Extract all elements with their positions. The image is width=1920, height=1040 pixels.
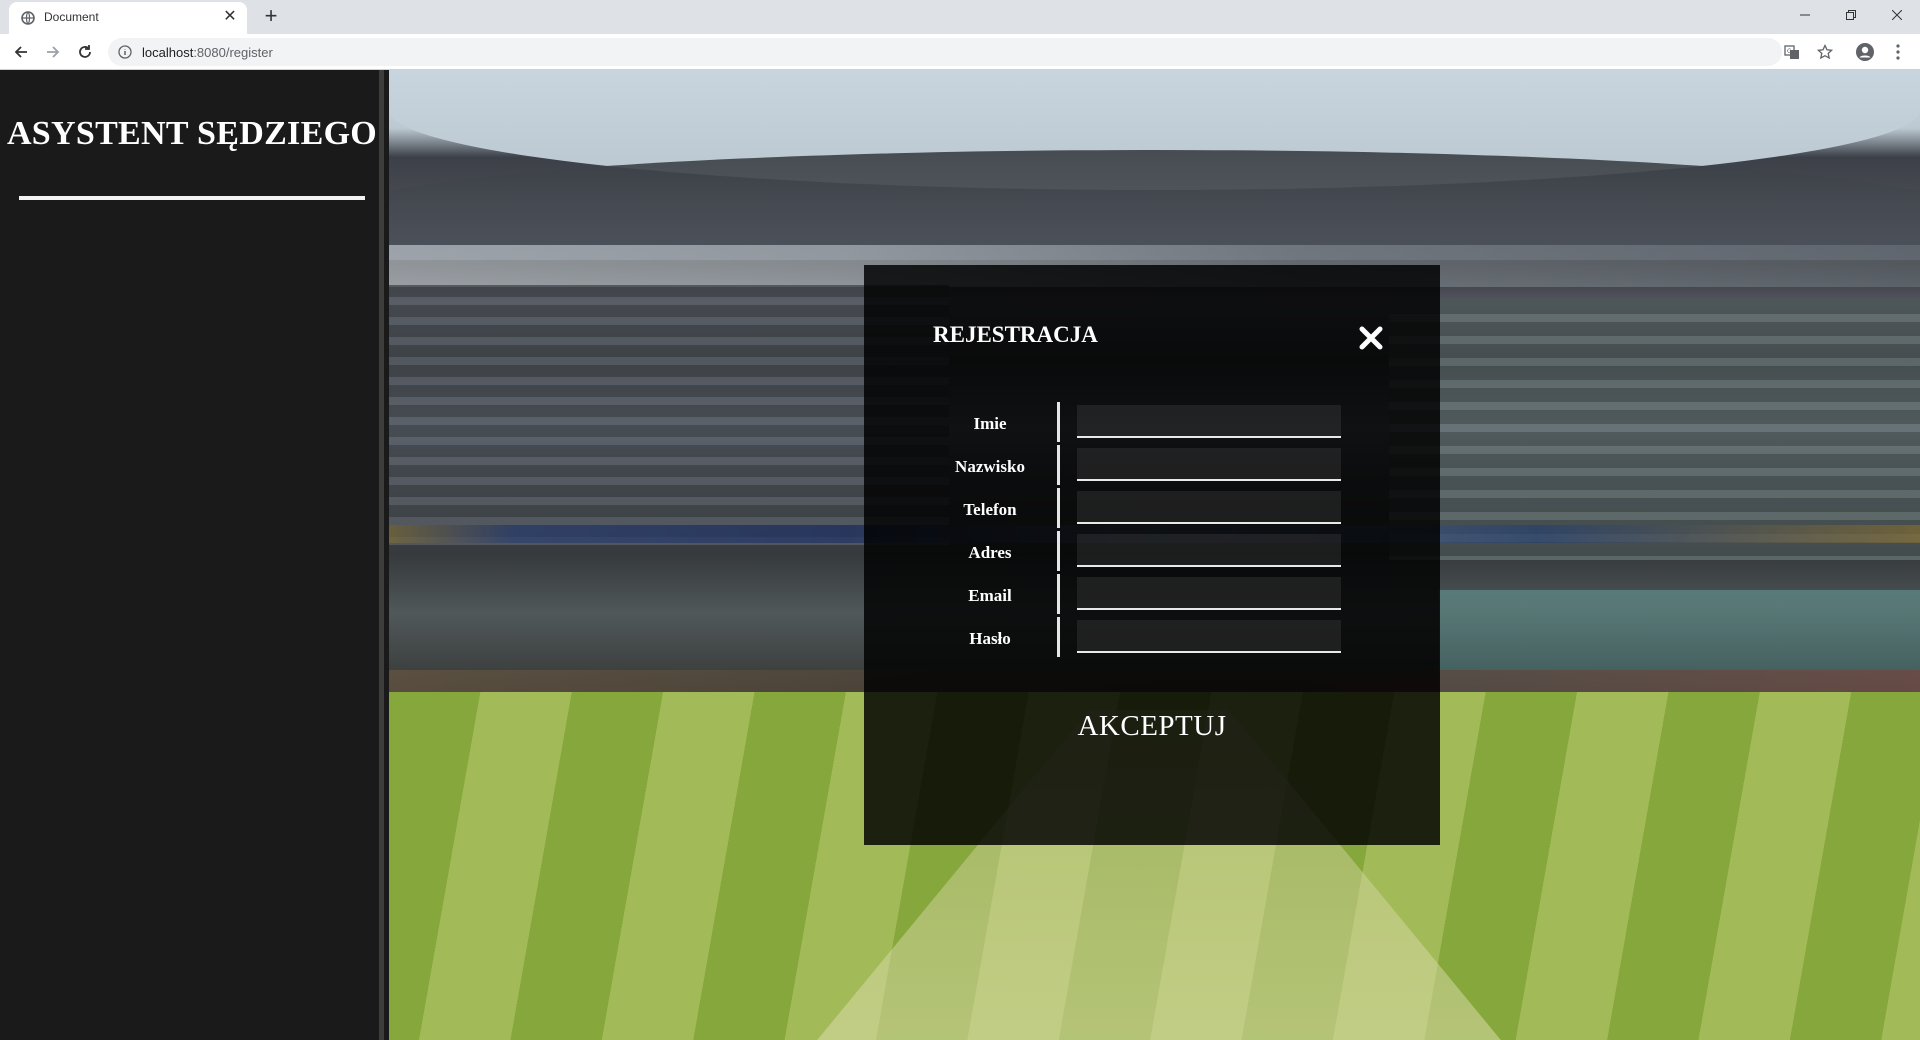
- profile-avatar-icon[interactable]: [1853, 40, 1877, 64]
- modal-title: REJESTRACJA: [933, 322, 1098, 347]
- close-tab-icon[interactable]: ✕: [221, 8, 239, 26]
- svg-text:G: G: [1787, 48, 1792, 55]
- back-arrow-icon[interactable]: [9, 40, 33, 64]
- bookmark-star-icon[interactable]: [1813, 40, 1837, 64]
- brand-divider: [19, 196, 365, 200]
- window-close-icon[interactable]: [1874, 0, 1920, 30]
- app-brand-title: ASYSTENT SĘDZIEGO: [6, 115, 378, 152]
- url-text: localhost:8080/register: [142, 45, 273, 60]
- field-separator: [1057, 617, 1060, 657]
- browser-toolbar: localhost:8080/register G: [0, 34, 1920, 70]
- globe-icon: [21, 11, 35, 25]
- browser-tab-bar: Document ✕ +: [0, 0, 1920, 34]
- address-input[interactable]: [1077, 534, 1341, 567]
- sidebar: ASYSTENT SĘDZIEGO: [0, 70, 384, 1040]
- new-tab-plus-icon[interactable]: +: [259, 5, 283, 29]
- kebab-menu-icon[interactable]: [1886, 40, 1910, 64]
- info-icon[interactable]: [118, 45, 132, 59]
- field-separator: [1057, 574, 1060, 614]
- field-label-email: Email: [968, 586, 1012, 605]
- field-label-imie: Imie: [973, 414, 1007, 433]
- url-path: :8080/register: [193, 45, 273, 60]
- url-host: localhost: [142, 45, 194, 60]
- address-bar[interactable]: localhost:8080/register: [108, 38, 1782, 66]
- minimize-icon[interactable]: [1782, 0, 1828, 30]
- registration-modal: REJESTRACJA Imie Nazwisko Telefon Adres …: [864, 265, 1440, 845]
- field-label-nazwisko: Nazwisko: [955, 457, 1025, 476]
- field-row-adres: Adres: [864, 531, 1440, 574]
- field-label-adres: Adres: [968, 543, 1012, 562]
- field-row-telefon: Telefon: [864, 488, 1440, 531]
- first-name-input[interactable]: [1077, 405, 1341, 438]
- tab-title: Document: [44, 10, 99, 24]
- reload-icon[interactable]: [73, 40, 97, 64]
- bg-stands-right: [1389, 300, 1920, 560]
- field-row-nazwisko: Nazwisko: [864, 445, 1440, 488]
- last-name-input[interactable]: [1077, 448, 1341, 481]
- field-separator: [1057, 488, 1060, 528]
- accept-button[interactable]: AKCEPTUJ: [864, 705, 1440, 747]
- forward-arrow-icon[interactable]: [41, 40, 65, 64]
- field-row-email: Email: [864, 574, 1440, 617]
- bg-roof: [389, 150, 1920, 260]
- field-row-haslo: Hasło: [864, 617, 1440, 660]
- phone-input[interactable]: [1077, 491, 1341, 524]
- field-separator: [1057, 402, 1060, 442]
- browser-tab[interactable]: Document ✕: [9, 2, 247, 34]
- email-input[interactable]: [1077, 577, 1341, 610]
- password-input[interactable]: [1077, 620, 1341, 653]
- field-label-telefon: Telefon: [963, 500, 1017, 519]
- field-label-haslo: Hasło: [969, 629, 1011, 648]
- field-separator: [1057, 531, 1060, 571]
- field-row-imie: Imie: [864, 402, 1440, 445]
- field-separator: [1057, 445, 1060, 485]
- close-icon[interactable]: [1358, 325, 1384, 351]
- translate-icon[interactable]: G: [1780, 40, 1804, 64]
- restore-icon[interactable]: [1828, 0, 1874, 30]
